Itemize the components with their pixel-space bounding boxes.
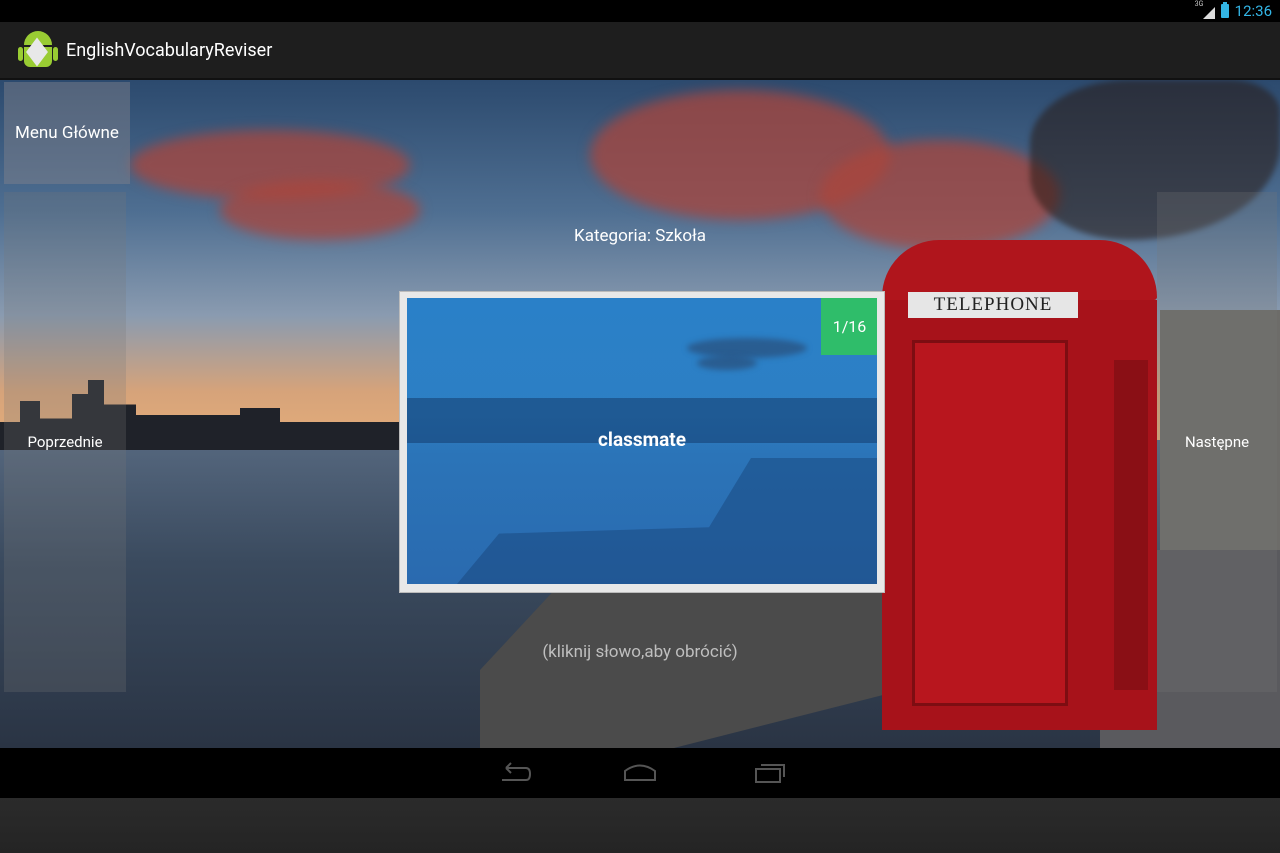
status-indicators: 3G 12:36 (1195, 0, 1272, 22)
action-bar: EnglishVocabularyReviser (0, 22, 1280, 80)
category-label: Kategoria: Szkoła (574, 226, 706, 246)
flashcard-frame: classmate 1/16 (399, 291, 885, 593)
flashcard-word[interactable]: classmate (407, 428, 877, 451)
navigation-bar (0, 748, 1280, 798)
flashcard[interactable]: classmate 1/16 (407, 298, 877, 584)
flip-hint: (kliknij słowo,aby obrócić) (542, 642, 738, 662)
next-button[interactable]: Następne (1157, 192, 1277, 692)
battery-icon (1220, 2, 1229, 18)
main-menu-button[interactable]: Menu Główne (4, 82, 130, 184)
app-title: EnglishVocabularyReviser (66, 39, 273, 61)
signal-icon: 3G (1195, 0, 1215, 19)
home-icon[interactable] (622, 760, 658, 786)
word-counter-badge: 1/16 (821, 298, 877, 355)
previous-button[interactable]: Poprzednie (4, 192, 126, 692)
phonebox-sign: TELEPHONE (908, 292, 1078, 318)
clock: 12:36 (1234, 2, 1272, 20)
recent-apps-icon[interactable] (752, 760, 788, 786)
back-icon[interactable] (496, 760, 532, 786)
main-content: TELEPHONE Menu Główne Poprzednie Następn… (0, 80, 1280, 748)
status-bar: 3G 12:36 (0, 0, 1280, 22)
device-bottom-bezel (0, 798, 1280, 853)
android-app-icon (18, 27, 58, 73)
